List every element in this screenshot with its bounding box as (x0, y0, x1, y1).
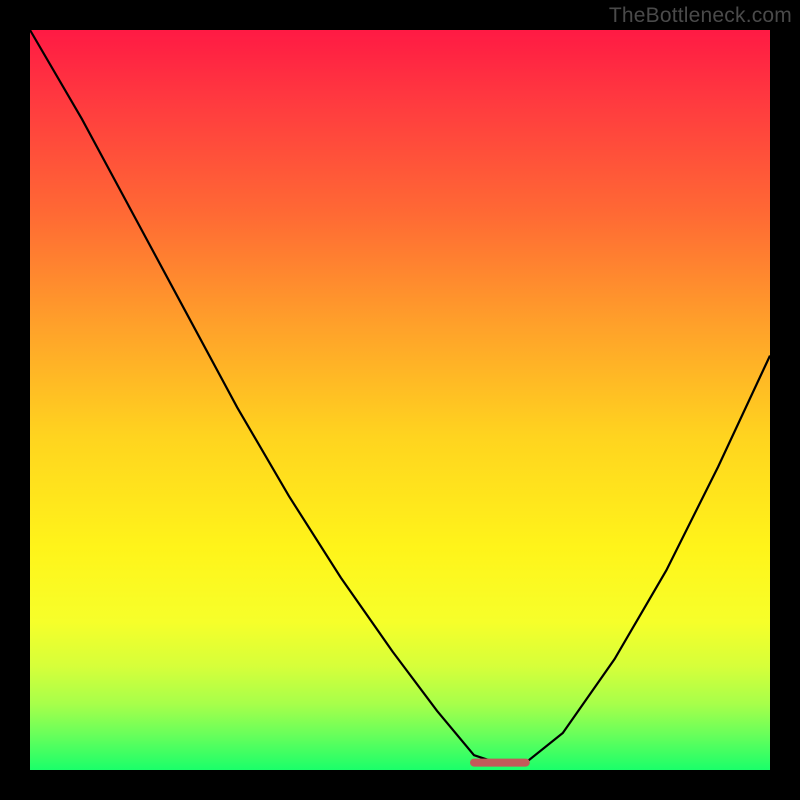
chart-plot-area (30, 30, 770, 770)
chart-frame: TheBottleneck.com (0, 0, 800, 800)
chart-svg (30, 30, 770, 770)
bottleneck-curve (30, 30, 770, 763)
attribution-watermark: TheBottleneck.com (609, 4, 792, 28)
